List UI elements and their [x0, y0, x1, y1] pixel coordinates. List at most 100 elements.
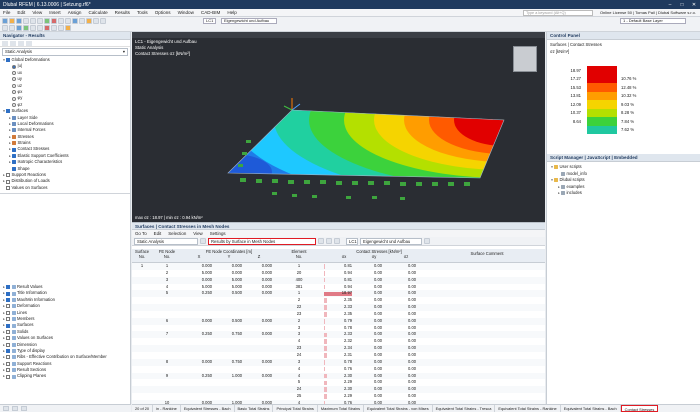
load-case-select[interactable]: Eigengewicht und Aufbau: [221, 18, 277, 24]
table-row[interactable]: 24 2.30 0.00 0.00: [132, 386, 545, 394]
results-menu-view[interactable]: View: [193, 230, 202, 237]
nav-footer-views-icon[interactable]: [21, 406, 27, 411]
menu-view[interactable]: View: [32, 10, 42, 15]
view-cube-icon[interactable]: [513, 46, 537, 72]
checkbox[interactable]: [6, 285, 10, 290]
tab-contact-stresses[interactable]: Contact Stresses: [620, 405, 659, 412]
solid-icon[interactable]: [30, 25, 36, 31]
new-file-icon[interactable]: [2, 18, 8, 24]
line-icon[interactable]: [9, 25, 15, 31]
table-row[interactable]: 4 2.32 0.00 0.00: [132, 338, 545, 345]
lc-tag-select[interactable]: LC1: [203, 18, 217, 24]
undo-icon[interactable]: [30, 18, 36, 24]
radio-button[interactable]: [12, 70, 16, 75]
script-item-includes[interactable]: ▸ includes: [547, 190, 700, 197]
contour-plate[interactable]: [132, 32, 545, 222]
tab-equivalent-total-strains-von-mises[interactable]: Equivalent Total Strains - von Mises: [364, 405, 433, 412]
tab-basic-total-strains[interactable]: Basic Total Strains: [235, 405, 274, 412]
print-icon[interactable]: [23, 18, 29, 24]
menu-help[interactable]: Help: [227, 10, 236, 15]
radio-button[interactable]: [12, 102, 16, 107]
nav-tab-data-icon[interactable]: [2, 41, 8, 46]
open-file-icon[interactable]: [9, 18, 15, 24]
calculate-icon[interactable]: [44, 18, 50, 24]
radio-button[interactable]: [12, 77, 16, 82]
display-icon[interactable]: [79, 18, 85, 24]
prev-icon[interactable]: [200, 238, 206, 244]
snap-icon[interactable]: [58, 25, 64, 31]
model-viewport[interactable]: LC1 - Eigengewicht und Aufbau Static Ana…: [132, 32, 545, 222]
redo-icon[interactable]: [37, 18, 43, 24]
next-icon[interactable]: [424, 238, 430, 244]
nav-tab-results-icon[interactable]: [26, 41, 32, 46]
base-layer-select[interactable]: 1 - Default Base Layer: [620, 18, 686, 24]
member-icon[interactable]: [16, 25, 22, 31]
radio-button[interactable]: [12, 96, 16, 101]
minimize-icon[interactable]: –: [664, 2, 676, 8]
results-menu-goto[interactable]: Go To: [135, 230, 147, 237]
grid-icon[interactable]: [51, 25, 57, 31]
table-row[interactable]: 5 2.29 0.00 0.00: [132, 379, 545, 386]
table-row[interactable]: 4 0.76 0.00 0.00: [132, 366, 545, 373]
maximize-icon[interactable]: □: [676, 2, 688, 8]
filter-icon[interactable]: [318, 238, 324, 244]
menu-file[interactable]: File: [3, 10, 10, 15]
table-row[interactable]: 2 5.000 0.000 0.000 20 0.94 0.00 0.00: [132, 270, 545, 277]
analysis-type-select[interactable]: Static Analysis ▾: [2, 48, 128, 56]
checkbox[interactable]: [6, 368, 10, 373]
view-icon[interactable]: [58, 18, 64, 24]
checkbox[interactable]: [6, 310, 10, 315]
nav-footer-display-icon[interactable]: [12, 406, 18, 411]
results-lc-tag[interactable]: LC1: [346, 237, 358, 245]
tab-equivalent-total-strains-bach[interactable]: Equivalent Total Strains - Bach: [561, 405, 621, 412]
table-row[interactable]: 2 2.35 0.00 0.00: [132, 297, 545, 304]
results-lc-select[interactable]: Eigengewicht und Aufbau: [360, 237, 422, 245]
menu-results[interactable]: Results: [115, 10, 130, 15]
table-settings-icon[interactable]: [334, 238, 340, 244]
results-menu-selection[interactable]: Selection: [168, 230, 186, 237]
export-icon[interactable]: [326, 238, 332, 244]
table-row[interactable]: 4 5.000 5.000 0.000 381 0.94 0.00 0.00: [132, 284, 545, 291]
checkbox[interactable]: [6, 304, 10, 309]
results-type-select[interactable]: Results by Surface in Mesh Nodes: [208, 237, 316, 245]
menu-tools[interactable]: Tools: [137, 10, 148, 15]
checkbox[interactable]: [6, 297, 10, 302]
node-icon[interactable]: [2, 25, 8, 31]
tab-maximum-total-strains[interactable]: Maximum Total Strains: [318, 405, 365, 412]
surface-icon[interactable]: [23, 25, 29, 31]
checkbox[interactable]: [6, 336, 10, 341]
checkbox[interactable]: [6, 179, 10, 184]
menu-window[interactable]: Window: [178, 10, 194, 15]
menu-calculate[interactable]: Calculate: [89, 10, 108, 15]
tab-equivalent-total-strains-tresca[interactable]: Equivalent Total Strains - Tresca: [433, 405, 496, 412]
nav-tab-display-icon[interactable]: [10, 41, 16, 46]
checkbox[interactable]: [6, 173, 10, 178]
load-icon[interactable]: [44, 25, 50, 31]
checkbox[interactable]: [6, 361, 10, 366]
tab-principal-total-strains[interactable]: Principal Total Strains: [273, 405, 318, 412]
table-row[interactable]: 23 2.34 0.00 0.00: [132, 345, 545, 352]
table-row[interactable]: 3 0.78 0.00 0.00: [132, 325, 545, 332]
save-icon[interactable]: [16, 18, 22, 24]
color-icon[interactable]: [65, 25, 71, 31]
results-icon[interactable]: [51, 18, 57, 24]
checkbox[interactable]: [6, 374, 10, 379]
measure-icon[interactable]: [100, 18, 106, 24]
table-row[interactable]: 3 0.000 5.000 0.000 400 0.81 0.00 0.00: [132, 276, 545, 284]
table-row[interactable]: 1 1 0.000 0.000 0.000 1 0.81 0.00 0.00: [132, 263, 545, 270]
checkbox[interactable]: [6, 58, 10, 63]
table-row[interactable]: 5 0.250 0.500 0.000 1 18.97 0.00 0.00: [132, 290, 545, 298]
radio-button[interactable]: [12, 90, 16, 95]
tab-equivalent-total-strains-rankine[interactable]: Equivalent Total Strains - Rankine: [495, 405, 561, 412]
checkbox[interactable]: [6, 329, 10, 334]
checkbox[interactable]: [6, 323, 10, 328]
checkbox[interactable]: [6, 186, 10, 190]
close-icon[interactable]: ✕: [688, 2, 700, 8]
menu-options[interactable]: Options: [155, 10, 171, 15]
checkbox[interactable]: [6, 317, 10, 322]
results-analysis-select[interactable]: Static Analysis: [134, 237, 198, 245]
iso-view-icon[interactable]: [72, 18, 78, 24]
results-menu-edit[interactable]: Edit: [154, 230, 162, 237]
table-row[interactable]: 24 2.31 0.00 0.00: [132, 352, 545, 359]
menu-assign[interactable]: Assign: [68, 10, 82, 15]
